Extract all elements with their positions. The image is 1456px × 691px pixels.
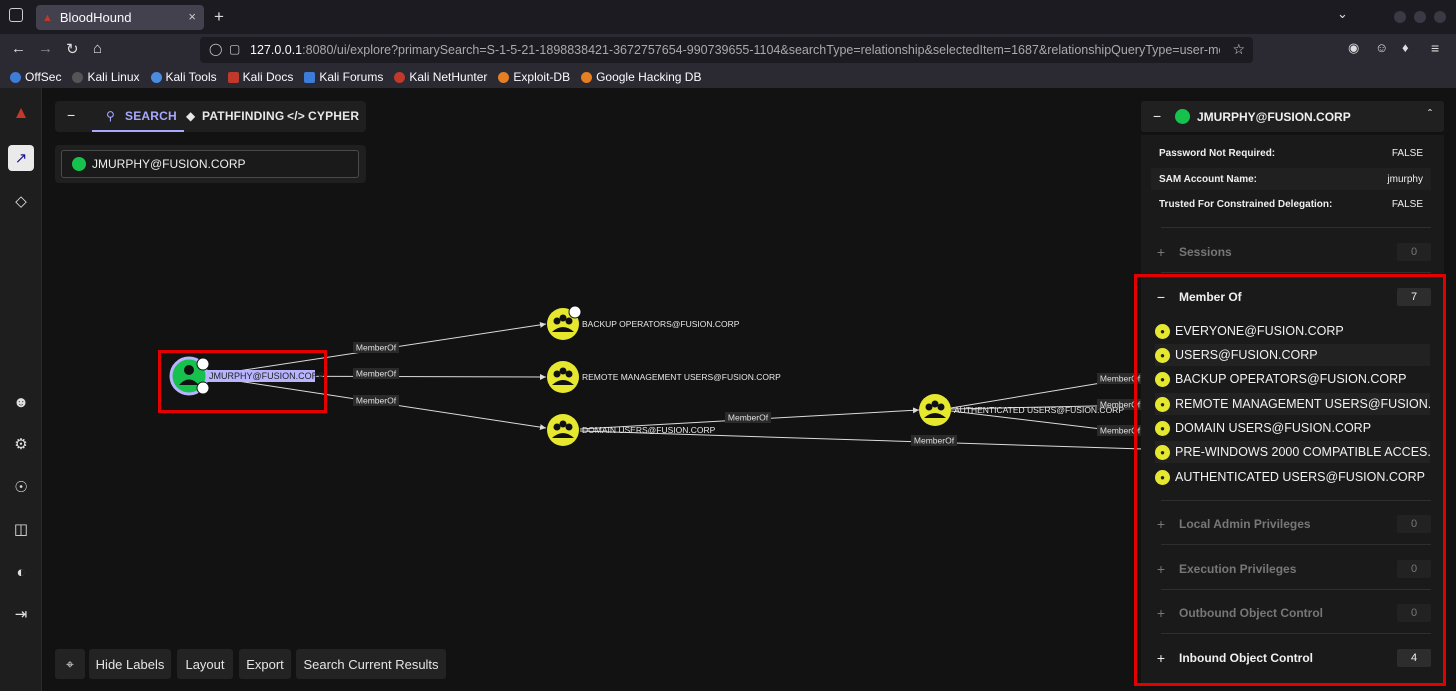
bookmarks-bar: OffSec Kali Linux Kali Tools Kali Docs K…: [0, 66, 1456, 88]
dark-mode-icon[interactable]: ◐: [8, 559, 34, 585]
logout-icon[interactable]: ⇥: [8, 601, 34, 627]
extensions-icon[interactable]: ♦: [1402, 40, 1409, 55]
graph-node-domain-users[interactable]: DOMAIN USERS@FUSION.CORP: [547, 414, 716, 446]
bloodhound-logo-icon: ▲: [12, 103, 30, 122]
pocket-icon[interactable]: ◉: [1348, 40, 1359, 56]
new-tab-button[interactable]: +: [214, 7, 224, 27]
browser-tab-bar: ▲ BloodHound × + ⌄: [0, 0, 1456, 34]
bookmark-kali-linux[interactable]: Kali Linux: [72, 70, 140, 84]
file-search-icon[interactable]: ◫: [8, 516, 34, 542]
graph-node-backup-operators[interactable]: BACKUP OPERATORS@FUSION.CORP: [547, 305, 740, 340]
tab-list-icon[interactable]: [9, 8, 23, 22]
property-row: SAM Account Name: jmurphy: [1151, 168, 1431, 190]
svg-text:MemberOf: MemberOf: [356, 396, 397, 406]
highlight-box-membership-panel: [1134, 274, 1446, 686]
entity-title: JMURPHY@FUSION.CORP: [1197, 110, 1351, 124]
compass-icon[interactable]: ☉: [8, 474, 34, 500]
close-window-button[interactable]: [1434, 11, 1446, 23]
highlight-box-user-node: [158, 350, 327, 413]
edge-label: MemberOf: [911, 435, 957, 446]
edge-label: MemberOf: [353, 395, 399, 406]
forward-arrow-icon[interactable]: →: [38, 40, 53, 57]
layout-button[interactable]: Layout: [177, 649, 233, 679]
chevron-down-icon[interactable]: ⌄: [1337, 6, 1348, 22]
divider: [1161, 227, 1431, 228]
bloodhound-favicon-icon: ▲: [42, 11, 53, 24]
user-settings-icon[interactable]: ⚙: [8, 431, 34, 457]
crop-icon[interactable]: ⌖: [55, 649, 85, 679]
close-tab-icon[interactable]: ×: [188, 9, 196, 24]
left-navigation: ▲ ↗ ◇ ☻ ⚙ ☉ ◫ ◐ ⇥: [0, 88, 42, 691]
node-label: AUTHENTICATED USERS@FUSION.CORP: [954, 405, 1124, 415]
bookmark-star-icon[interactable]: ☆: [1232, 41, 1245, 58]
page-info-icon[interactable]: ▢: [229, 42, 240, 56]
bookmark-kali-nethunter[interactable]: Kali NetHunter: [394, 70, 487, 84]
section-sessions[interactable]: + Sessions 0: [1151, 238, 1433, 266]
edge-label: MemberOf: [353, 368, 399, 379]
browser-tab[interactable]: ▲ BloodHound ×: [36, 5, 204, 30]
edge-label: MemberOf: [353, 342, 399, 353]
node-label: DOMAIN USERS@FUSION.CORP: [582, 425, 716, 435]
bookmark-offsec[interactable]: OffSec: [10, 70, 61, 84]
plus-icon: +: [1156, 244, 1166, 260]
maximize-window-button[interactable]: [1414, 11, 1426, 23]
account-icon[interactable]: ☺: [1375, 40, 1388, 55]
explore-graph-icon[interactable]: ↗: [8, 145, 34, 171]
bookmark-kali-forums[interactable]: Kali Forums: [304, 70, 383, 84]
bloodhound-app: ▲ ↗ ◇ ☻ ⚙ ☉ ◫ ◐ ⇥ − ⚲ SEARCH ◆ PATHFINDI…: [0, 88, 1456, 691]
search-current-results-button[interactable]: Search Current Results: [296, 649, 446, 679]
hide-labels-button[interactable]: Hide Labels: [89, 649, 171, 679]
bookmark-kali-tools[interactable]: Kali Tools: [150, 70, 217, 84]
svg-text:MemberOf: MemberOf: [356, 369, 397, 379]
svg-text:MemberOf: MemberOf: [356, 343, 397, 353]
bookmark-exploit-db[interactable]: Exploit-DB: [498, 70, 570, 84]
diamond-icon[interactable]: ◇: [8, 188, 34, 214]
graph-node-authenticated-users[interactable]: AUTHENTICATED USERS@FUSION.CORP: [919, 394, 1124, 426]
bookmark-kali-docs[interactable]: Kali Docs: [227, 70, 293, 84]
user-icon[interactable]: ☻: [8, 389, 34, 415]
minimize-window-button[interactable]: [1394, 11, 1406, 23]
divider: [1161, 272, 1431, 273]
graph-canvas[interactable]: MemberOf MemberOf MemberOf MemberOf Memb…: [43, 88, 1143, 691]
entity-panel-header: − JMURPHY@FUSION.CORP ˆ: [1141, 101, 1444, 132]
collapse-panel-button[interactable]: −: [1153, 108, 1161, 124]
browser-nav-bar: ← → ↻ ⌂ ◯ ▢ 127.0.0.1:8080/ui/explore?pr…: [0, 34, 1456, 66]
back-arrow-icon[interactable]: ←: [11, 40, 26, 57]
node-label: REMOTE MANAGEMENT USERS@FUSION.CORP: [582, 372, 781, 382]
property-row: Trusted For Constrained Delegation: FALS…: [1159, 198, 1423, 210]
url-bar[interactable]: ◯ ▢ 127.0.0.1:8080/ui/explore?primarySea…: [200, 37, 1253, 63]
export-button[interactable]: Export: [239, 649, 291, 679]
user-node-icon: [1175, 109, 1190, 124]
chevron-up-icon[interactable]: ˆ: [1428, 107, 1432, 121]
url-text: 127.0.0.1:8080/ui/explore?primarySearch=…: [250, 43, 1220, 57]
reload-icon[interactable]: ↻: [66, 40, 79, 58]
menu-icon[interactable]: ≡: [1431, 40, 1439, 56]
edge-label: MemberOf: [725, 412, 771, 423]
graph-node-remote-management-users[interactable]: REMOTE MANAGEMENT USERS@FUSION.CORP: [547, 361, 781, 393]
home-icon[interactable]: ⌂: [93, 40, 102, 57]
svg-text:MemberOf: MemberOf: [728, 413, 769, 423]
browser-tab-title: BloodHound: [59, 10, 132, 25]
bookmark-google-hacking-db[interactable]: Google Hacking DB: [581, 70, 701, 84]
property-row: Password Not Required: FALSE: [1159, 147, 1423, 159]
shield-icon: ◯: [209, 42, 223, 56]
svg-text:MemberOf: MemberOf: [914, 436, 955, 446]
node-label: BACKUP OPERATORS@FUSION.CORP: [582, 319, 740, 329]
